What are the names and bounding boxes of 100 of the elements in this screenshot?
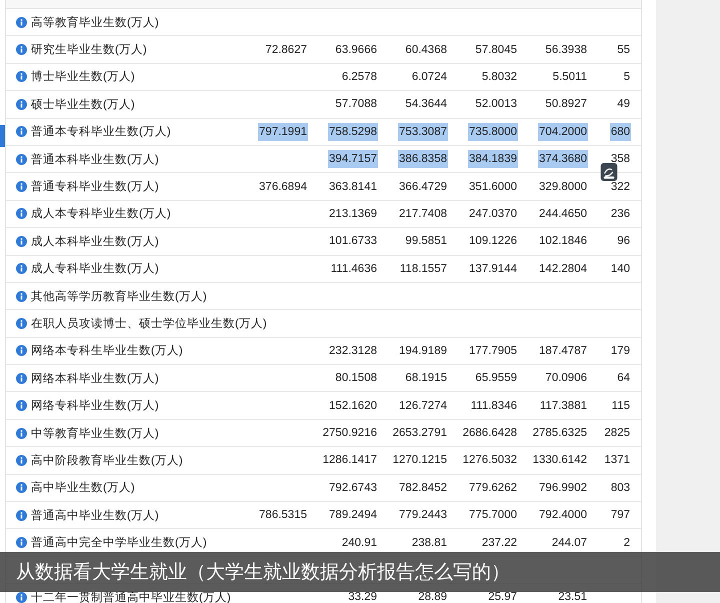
info-icon[interactable] [16, 372, 27, 384]
table-cell-text: 111.4636 [330, 262, 378, 277]
table-cell: 753.3087 [398, 122, 448, 141]
table-cell-text: 775.7000 [468, 508, 518, 524]
info-icon[interactable] [16, 318, 27, 329]
table-cell-text: 358 [610, 152, 631, 168]
row-label: 普通高中毕业生数(万人) [31, 508, 159, 523]
row-label: 其他高等学历教育毕业生数(万人) [31, 289, 207, 304]
info-icon[interactable] [16, 510, 27, 521]
info-icon[interactable] [16, 71, 27, 82]
table-cell-text: 118.1557 [398, 262, 448, 277]
table-cell-text: 5.5011 [552, 70, 588, 85]
info-icon[interactable] [16, 592, 27, 603]
info-icon[interactable] [16, 208, 27, 220]
info-icon[interactable] [16, 428, 27, 439]
table-cell-text: 779.2443 [398, 508, 448, 524]
row-label: 成人本专科毕业生数(万人) [31, 206, 171, 222]
table-cell-text: 786.5315 [258, 508, 308, 524]
scroll-marker [0, 125, 5, 147]
table-cell-text: 99.5851 [404, 234, 448, 250]
table-cell-text: 152.1620 [328, 398, 378, 414]
table-cell-text: 65.9559 [474, 371, 518, 386]
row-label: 普通高中完全中学毕业生数(万人) [31, 535, 207, 550]
info-icon[interactable] [16, 181, 27, 192]
table-cell: 680 [610, 122, 631, 141]
table-cell-text: 351.6000 [468, 180, 518, 195]
info-icon[interactable] [16, 537, 27, 548]
table-cell-text: 779.6262 [468, 480, 518, 496]
row-label: 成人专科毕业生数(万人) [31, 262, 159, 276]
row-label: 普通专科毕业生数(万人) [31, 179, 159, 194]
info-icon[interactable] [16, 482, 27, 494]
table-cell-text: 72.8627 [264, 42, 308, 58]
info-icon[interactable] [16, 98, 27, 110]
table-cell-text: 1270.1215 [392, 453, 448, 468]
info-icon[interactable] [16, 16, 27, 28]
info-icon[interactable] [16, 345, 27, 356]
row-label: 博士毕业生数(万人) [31, 70, 135, 84]
table-cell-text: 2 [622, 536, 631, 551]
info-icon[interactable] [16, 454, 27, 466]
table-cell-text: 28.89 [417, 590, 448, 603]
table-cell-text: 50.8927 [544, 97, 588, 112]
table-cell: 758.5298 [328, 122, 378, 141]
table-cell: 386.8358 [398, 150, 448, 168]
table-cell-text: 2785.6325 [532, 426, 588, 442]
table-cell-text: 244.07 [550, 536, 588, 551]
table-cell-text: 213.1369 [328, 206, 378, 222]
table-cell-text: 137.9144 [468, 262, 518, 277]
table-cell-text: 329.8000 [538, 180, 588, 195]
table-cell-text: 5 [622, 70, 631, 85]
translate-icon[interactable] [600, 163, 618, 181]
table-cell-text: 52.0013 [474, 97, 518, 112]
row-label: 网络本科毕业生数(万人) [31, 372, 159, 386]
table-cell-text: 6.0724 [410, 70, 448, 85]
table-cell-text: 237.22 [480, 536, 518, 551]
table-cell-text: 1276.5032 [462, 453, 518, 468]
table-cell-text: 366.4729 [398, 180, 448, 195]
table-cell-text: 54.3644 [404, 97, 448, 112]
table-cell-text: 115 [610, 398, 631, 414]
table-cell-text: 187.4787 [538, 344, 588, 359]
info-icon[interactable] [16, 290, 27, 302]
table-cell-text: 25.97 [487, 590, 518, 603]
info-icon[interactable] [16, 263, 27, 274]
table-cell-text: 782.8452 [398, 480, 448, 496]
table-cell-text: 2825 [603, 426, 631, 442]
row-label: 十二年一贯制普通高中毕业生数(万人) [31, 590, 231, 603]
row-label: 成人本科毕业生数(万人) [31, 234, 159, 249]
table-cell-text: 140 [610, 262, 631, 277]
table-cell-text: 238.81 [410, 536, 448, 551]
table-cell-text: 177.7905 [468, 344, 518, 359]
info-icon[interactable] [16, 154, 27, 165]
row-label: 高中阶段教育毕业生数(万人) [31, 453, 183, 468]
info-icon[interactable] [16, 44, 27, 56]
table-cell: 704.2000 [538, 122, 588, 141]
table-cell-text: 376.6894 [258, 180, 308, 195]
table-cell-text: 1371 [603, 453, 631, 468]
table-cell-text: 179 [610, 344, 631, 359]
table-cell-text: 363.8141 [328, 180, 378, 195]
table-cell-text: 55 [616, 42, 631, 58]
table-cell-text: 1286.1417 [322, 453, 378, 468]
row-label: 硕士毕业生数(万人) [31, 98, 135, 112]
table-cell-text: 111.8346 [470, 398, 518, 414]
table-cell-text: 236 [610, 206, 631, 222]
table-cell-text: 142.2804 [538, 262, 588, 277]
table-cell-text: 23.51 [557, 590, 588, 603]
table-cell-text: 33.29 [347, 590, 378, 603]
table-cell-text: 57.8045 [474, 42, 518, 58]
table-cell-text: 240.91 [340, 536, 378, 551]
info-icon[interactable] [16, 400, 27, 412]
table-cell-text: 6.2578 [340, 70, 378, 85]
info-icon[interactable] [16, 126, 27, 138]
table-cell-text: 194.9189 [398, 344, 448, 359]
table-cell-text: 2653.2791 [392, 426, 448, 442]
table-cell-text: 56.3938 [544, 42, 588, 58]
table-cell-text: 796.9902 [538, 480, 588, 496]
table-cell-text: 117.3881 [538, 398, 588, 414]
table-cell-text: 63.9666 [334, 42, 378, 58]
caption-text: 从数据看大学生就业（大学生就业数据分析报告怎么写的） [16, 561, 510, 585]
table-cell-text: 60.4368 [404, 42, 448, 58]
info-icon[interactable] [16, 236, 27, 247]
table-cell-text: 102.1846 [538, 234, 588, 250]
